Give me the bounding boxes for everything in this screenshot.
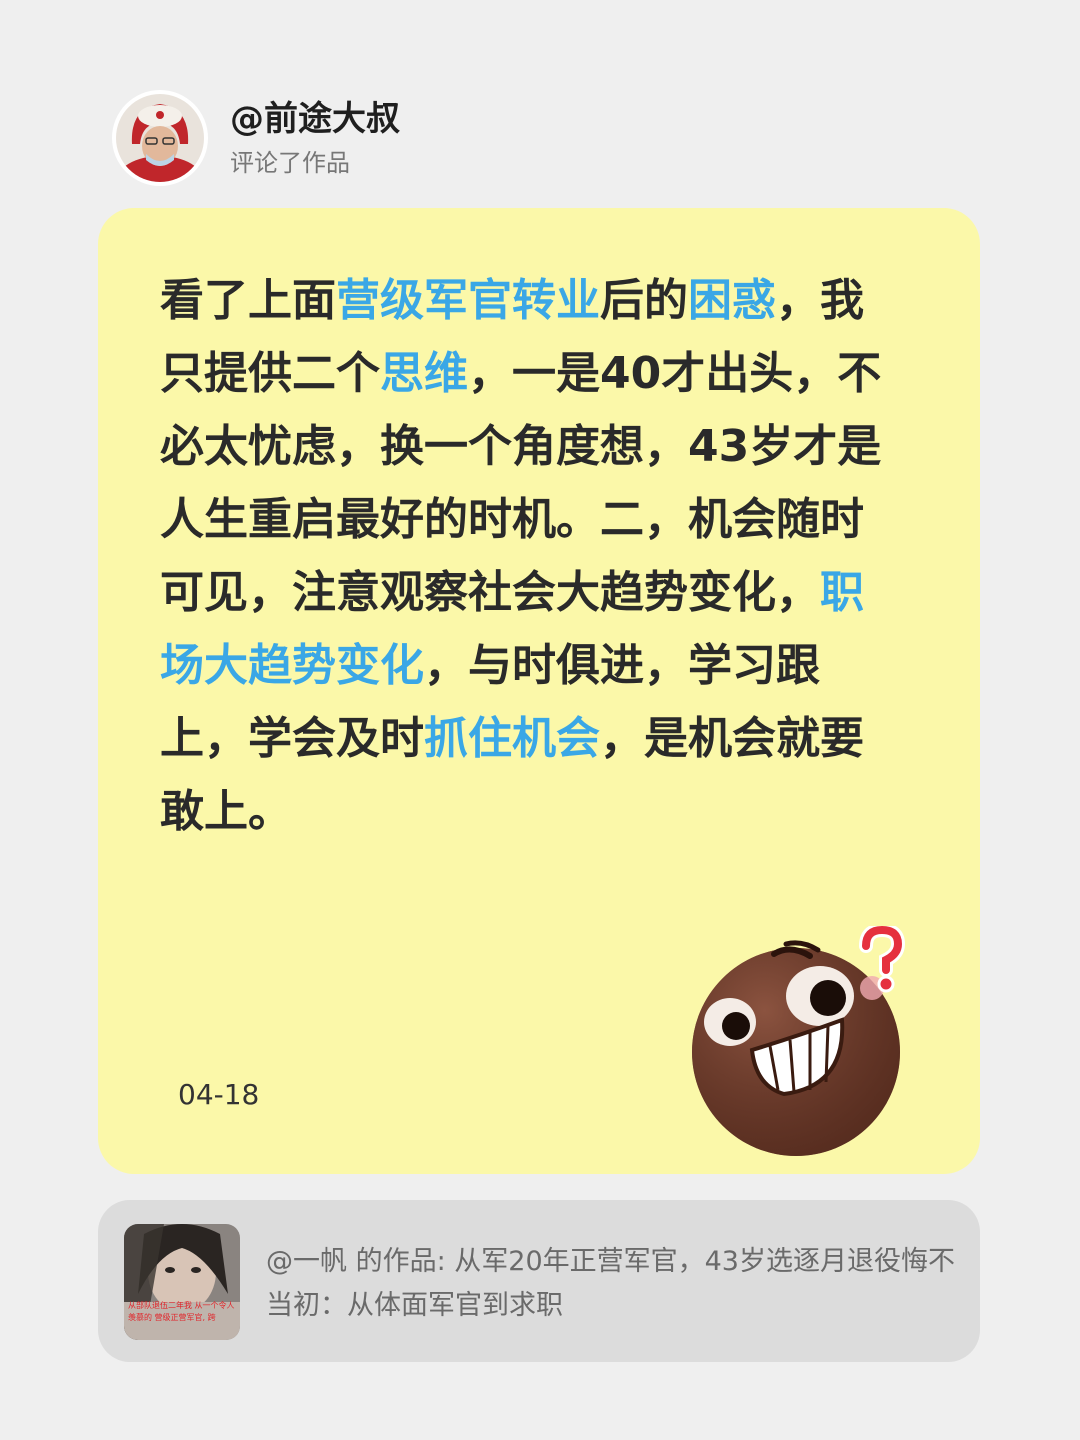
action-label: 评论了作品 [230,149,350,177]
comment-text: 看了上面营级军官转业后的困惑，我只提供二个思维，一是40才出头，不必太忧虑，换一… [160,264,900,848]
quoted-work-title: @一帆 的作品: 从军20年正营军官，43岁选逐月退役悔不当初：从体面军官到求职 [266,1246,955,1321]
comment-header: @前途大叔 评论了作品 [112,90,400,186]
thumbnail-caption: 从部队退伍二年我 从一个令人羡慕的 营级正营军官, 跨 [128,1301,235,1322]
comment-text-segment: 后的 [600,275,688,326]
highlighted-keyword[interactable]: 抓住机会 [424,713,600,764]
quoted-work-card[interactable]: 从部队退伍二年我 从一个令人羡慕的 营级正营军官, 跨 @一帆 的作品: 从军2… [98,1200,980,1362]
highlighted-keyword[interactable]: 营级军官转业 [336,275,600,326]
highlighted-keyword[interactable]: 思维 [380,348,468,399]
username[interactable]: @前途大叔 [230,99,400,139]
quoted-work-thumbnail[interactable]: 从部队退伍二年我 从一个令人羡慕的 营级正营军官, 跨 [124,1224,240,1340]
comment-text-segment: 看了上面 [160,275,336,326]
comment-card: 看了上面营级军官转业后的困惑，我只提供二个思维，一是40才出头，不必太忧虑，换一… [98,208,980,1174]
avatar[interactable] [112,90,208,186]
comment-date: 04-18 [178,1078,260,1111]
highlighted-keyword[interactable]: 困惑 [688,275,776,326]
grinning-confused-face-icon [690,922,916,1158]
